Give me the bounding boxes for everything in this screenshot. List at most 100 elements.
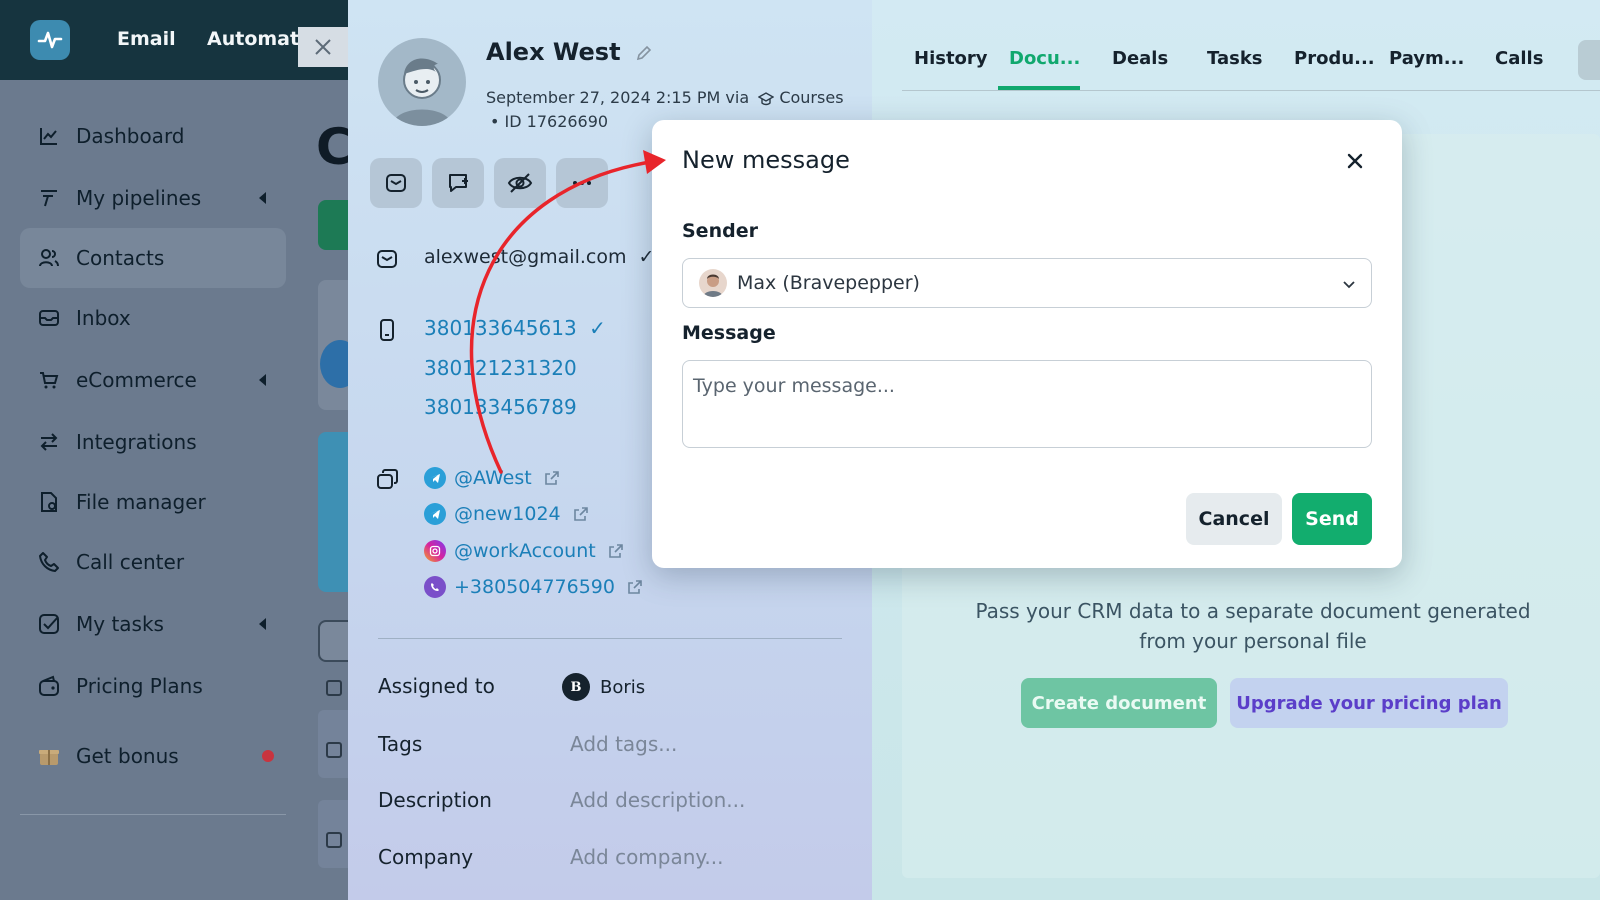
sidebar-item-label: Contacts [76,246,165,270]
messengers-icon [377,469,398,489]
sidebar-item-get-bonus[interactable]: Get bonus [20,726,286,786]
chart-line-icon [40,128,57,145]
message-label: Message [682,322,776,344]
message-textarea[interactable] [682,360,1372,448]
sidebar-item-label: My pipelines [76,186,202,210]
sidebar-item-label: eCommerce [76,368,197,392]
mail-icon [377,250,397,268]
external-link-icon[interactable] [573,506,589,522]
wallet-icon [39,675,59,696]
add-contact-button[interactable] [318,200,348,250]
tab-products[interactable]: Produ... [1294,48,1375,69]
row-checkbox[interactable] [326,832,342,848]
more-dots-icon [573,181,591,185]
select-all-checkbox[interactable] [326,680,342,696]
tab-tasks[interactable]: Tasks [1207,48,1263,69]
assignee-name: Boris [600,676,646,698]
contact-phone[interactable]: 380133456789 [424,395,577,419]
send-button[interactable]: Send [1292,493,1372,545]
arrows-icon [40,433,58,451]
hide-contact-button[interactable] [494,158,546,208]
tab-payments[interactable]: Paym... [1389,48,1464,69]
tab-calls[interactable]: Calls [1495,48,1543,69]
description-input[interactable]: Add description... [570,788,745,812]
cart-icon [40,372,59,389]
caret-left-icon [259,374,266,386]
sidebar-item-file-manager[interactable]: File manager [20,472,286,532]
contacts-page-background: C [300,80,348,900]
contact-source[interactable]: Courses [779,88,843,107]
page-title: C [316,118,348,176]
sender-value: Max (Bravepepper) [737,272,920,294]
sidebar-item-dashboard[interactable]: Dashboard [20,106,286,166]
sender-select[interactable]: Max (Bravepepper) [682,258,1372,308]
telegram-icon [424,503,446,525]
social-telegram[interactable]: @AWest [424,465,560,491]
create-document-button[interactable]: Create document [1021,678,1217,728]
user-avatar-icon [392,58,452,126]
avatar: B [562,673,590,701]
new-chat-button[interactable] [432,158,484,208]
app-logo[interactable] [30,20,70,60]
external-link-icon[interactable] [627,579,643,595]
tab-history[interactable]: History [914,48,988,69]
caret-left-icon [259,618,266,630]
notification-dot [262,750,274,762]
contact-phone[interactable]: 380121231320 [424,356,577,380]
mail-icon [386,174,406,192]
eye-off-icon [507,173,533,193]
verified-check-icon: ✓ [589,316,606,340]
funnel-icon [41,190,57,207]
sidebar: Dashboard My pipelines Contacts Inbox eC… [0,80,300,900]
company-label: Company [378,845,474,869]
assignee-selector[interactable]: B Boris [562,673,645,701]
cancel-button[interactable]: Cancel [1186,493,1282,545]
sidebar-item-label: File manager [76,490,206,514]
contact-email[interactable]: alexwest@gmail.com ✓ [424,246,654,268]
social-viber[interactable]: +380504776590 [424,574,643,600]
external-link-icon[interactable] [608,543,624,559]
sidebar-item-my-pipelines[interactable]: My pipelines [20,168,286,228]
mobile-icon [380,319,394,341]
tab-deals[interactable]: Deals [1112,48,1168,69]
send-email-button[interactable] [370,158,422,208]
external-link-icon[interactable] [544,470,560,486]
contact-phone[interactable]: 380133645613 ✓ [424,316,606,340]
company-input[interactable]: Add company... [570,845,723,869]
social-telegram[interactable]: @new1024 [424,501,589,527]
check-icon [39,614,59,634]
tabs-scroll-button[interactable] [1578,40,1600,80]
sidebar-item-integrations[interactable]: Integrations [20,412,286,472]
topnav-email[interactable]: Email [117,28,176,50]
upgrade-plan-button[interactable]: Upgrade your pricing plan [1230,678,1508,728]
sidebar-item-label: Dashboard [76,124,185,148]
close-panel-button[interactable] [298,27,348,67]
file-icon [41,492,57,512]
sidebar-item-ecommerce[interactable]: eCommerce [20,350,286,410]
tab-documents[interactable]: Docu... [1009,48,1080,69]
sidebar-item-pricing-plans[interactable]: Pricing Plans [20,656,286,716]
sidebar-item-call-center[interactable]: Call center [20,532,286,592]
more-actions-button[interactable] [556,158,608,208]
gift-icon [39,750,59,765]
row-checkbox[interactable] [326,742,342,758]
dialog-title: New message [682,146,850,174]
social-instagram[interactable]: @workAccount [424,538,624,564]
section-divider [378,638,842,639]
dialog-close-button[interactable] [1344,150,1366,172]
sidebar-item-contacts[interactable]: Contacts [20,228,286,288]
search-input[interactable] [318,620,348,662]
sidebar-item-my-tasks[interactable]: My tasks [20,594,286,654]
edit-icon[interactable] [635,44,653,62]
sidebar-item-inbox[interactable]: Inbox [20,288,286,348]
avatar[interactable] [378,38,466,126]
sidebar-item-label: My tasks [76,612,164,636]
avatar [699,269,727,297]
chat-plus-icon [449,174,468,192]
inbox-icon [39,310,59,326]
tags-input[interactable]: Add tags... [570,732,677,756]
pulse-icon [37,31,63,49]
tags-label: Tags [378,732,423,756]
sidebar-divider [20,814,286,815]
sidebar-item-label: Integrations [76,430,197,454]
